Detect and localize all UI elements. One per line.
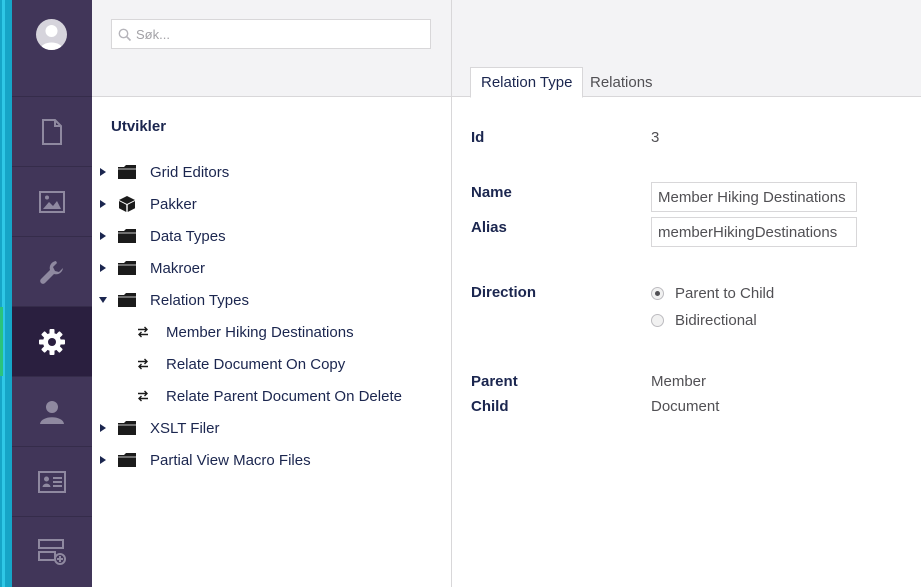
tree-item-label: Makroer [150,259,206,277]
id-value: 3 [651,129,660,146]
tree-item-label: Data Types [150,227,226,245]
section-members[interactable] [12,446,92,516]
section-forms[interactable] [12,516,92,586]
folder-icon [118,260,136,276]
app-accent-bar [0,0,12,587]
folder-icon [118,452,136,468]
radio-button-checked[interactable] [651,287,664,300]
search-box[interactable] [111,19,431,49]
tree-item-label: Member Hiking Destinations [166,323,354,341]
direction-option-parent-to-child[interactable]: Parent to Child [651,285,774,302]
tree-panel: Utvikler Grid Editors Pakker Data Types … [92,0,452,587]
tree-header [92,0,451,97]
radio-button[interactable] [651,314,664,327]
tab-relation-type[interactable]: Relation Type [470,67,584,98]
name-field[interactable] [651,182,857,212]
caret-right-icon[interactable] [98,263,108,273]
radio-label: Parent to Child [675,285,775,302]
id-card-icon [38,470,66,493]
tab-relations[interactable]: Relations [580,67,663,97]
caret-right-icon[interactable] [98,167,108,177]
package-icon [118,196,136,212]
parent-value: Member [651,373,707,390]
id-label: Id [471,129,485,146]
section-developer[interactable] [0,306,92,376]
tree-item-makroer[interactable]: Makroer [98,254,205,282]
child-value: Document [651,398,720,415]
section-settings[interactable] [12,236,92,306]
section-users[interactable] [12,376,92,446]
alias-label: Alias [471,219,507,236]
editor-header: Relation Type Relations [452,0,921,98]
tree-item-relate-parent-document-on-delete[interactable]: Relate Parent Document On Delete [134,382,402,410]
radio-label: Bidirectional [675,312,757,329]
forms-add-icon [38,538,66,565]
image-icon [39,190,65,213]
folder-icon [118,164,136,180]
direction-label: Direction [471,284,537,301]
caret-down-icon[interactable] [98,295,108,305]
tree-item-data-types[interactable]: Data Types [98,222,226,250]
tree-item-pakker[interactable]: Pakker [98,190,197,218]
app-sections-rail [0,0,92,587]
tree-item-xslt-filer[interactable]: XSLT Filer [98,414,219,442]
tree-item-member-hiking-destinations[interactable]: Member Hiking Destinations [134,318,354,346]
document-icon [42,118,62,145]
avatar[interactable] [36,19,67,50]
editor-content: Relation Type Relations Id 3 Name Alias … [452,0,921,587]
folder-icon [118,420,136,436]
alias-field[interactable] [651,217,857,247]
tree-item-label: Relate Document On Copy [166,355,346,373]
tree-item-label: Relation Types [150,291,249,309]
child-label: Child [471,398,509,415]
folder-icon [118,228,136,244]
user-icon [40,400,64,424]
wrench-icon [40,260,63,284]
caret-right-icon[interactable] [98,199,108,209]
gear-icon [39,328,65,355]
tree-item-partial-view-macro-files[interactable]: Partial View Macro Files [98,446,311,474]
search-input[interactable] [136,20,426,48]
swap-arrows-icon [134,324,152,340]
caret-right-icon[interactable] [98,423,108,433]
tree-item-label: Partial View Macro Files [150,451,311,469]
parent-label: Parent [471,373,518,390]
tree-item-label: Grid Editors [150,163,230,181]
swap-arrows-icon [134,356,152,372]
swap-arrows-icon [134,388,152,404]
tree-item-relate-document-on-copy[interactable]: Relate Document On Copy [134,350,345,378]
name-label: Name [471,184,512,201]
tree-item-label: XSLT Filer [150,419,220,437]
tree-item-label: Pakker [150,195,197,213]
tree-item-relation-types[interactable]: Relation Types [98,286,249,314]
section-media[interactable] [12,166,92,236]
tree-item-grid-editors[interactable]: Grid Editors [98,158,229,186]
section-content[interactable] [12,96,92,166]
folder-icon [118,292,136,308]
search-icon [118,28,132,42]
caret-right-icon[interactable] [98,231,108,241]
user-avatar-icon [40,25,63,50]
tree-item-label: Relate Parent Document On Delete [166,387,402,405]
direction-option-bidirectional[interactable]: Bidirectional [651,312,757,329]
tree-title: Utvikler [111,118,167,135]
caret-right-icon[interactable] [98,455,108,465]
